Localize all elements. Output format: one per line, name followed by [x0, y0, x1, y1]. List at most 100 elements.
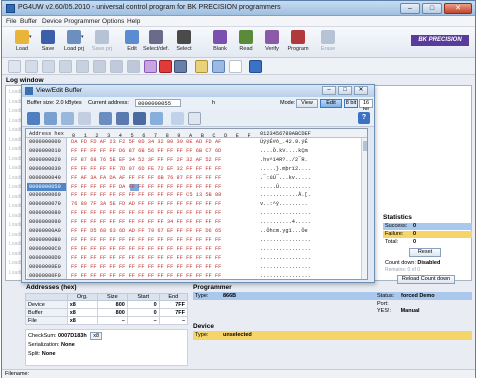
hex-row[interactable]: 00000000A0 FF FF D5 68 63 6D AD FF 79 67 …	[26, 227, 367, 236]
buffer-help-button[interactable]: ?	[358, 112, 370, 124]
hex-row-ascii[interactable]: .¯:úÚ¯...kv.....	[260, 174, 311, 183]
help-icon[interactable]	[249, 60, 262, 73]
hex-row-bytes[interactable]: FF FF FF FF FF FF FF FF FF FF FF FF FF F…	[71, 254, 221, 263]
buffer-maximize-button[interactable]: □	[338, 86, 352, 95]
16bit-button[interactable]: 16 bit	[359, 99, 373, 113]
current-address-input[interactable]: 0000000055	[135, 99, 181, 107]
find-replace-icon[interactable]	[133, 112, 146, 125]
edit-mode-button[interactable]: Edit	[320, 99, 342, 108]
menu-help[interactable]: Help	[127, 18, 140, 25]
goto-address-icon[interactable]	[150, 112, 163, 125]
hex-row-bytes[interactable]: FF FF FF FF FF 7D 07 6D FE 72 EF 32 FF F…	[71, 165, 221, 174]
hex-row-bytes[interactable]: DA FD FD AF 23 F2 5F 0D 34 32 80 39 0E A…	[71, 138, 221, 147]
hex-row[interactable]: 00000000B0 FF FF FF FF FF FF FF FF FF FF …	[26, 235, 367, 245]
menu-device[interactable]: Device	[42, 18, 62, 25]
hex-row-address[interactable]: 0000000050	[27, 182, 67, 192]
edit-icon[interactable]	[171, 112, 184, 125]
page-icon[interactable]	[229, 60, 242, 73]
note-icon[interactable]	[195, 60, 208, 73]
toolbar-program-button[interactable]: Program	[286, 29, 310, 56]
buffer-minimize-button[interactable]: –	[322, 86, 336, 95]
toolbar2-icon-8[interactable]	[127, 60, 140, 73]
hex-row-bytes[interactable]: FF FF FF FF FF D6 87 6B 56 FF FF FF FF 6…	[71, 147, 221, 156]
buffer-dialog-titlebar[interactable]: View/Edit Buffer – □ ✕	[22, 85, 374, 97]
toolbar-load-button[interactable]: Load ▾	[10, 29, 34, 56]
hex-row[interactable]: 00000000D0 FF FF FF FF FF FF FF FF FF FF …	[26, 253, 367, 263]
hex-row[interactable]: 0000000010 FF FF FF FF FF D6 87 6B 56 FF …	[26, 146, 367, 156]
toolbar-select-button[interactable]: Select	[172, 29, 196, 56]
close-button[interactable]: ✕	[444, 3, 472, 14]
hex-row[interactable]: 0000000070 76 89 7F 3A 5E FD AD FF FF FF …	[26, 200, 367, 210]
hex-row-bytes[interactable]: FF FF FF FF FF FF FF FF FF FF FF FF FF F…	[71, 263, 221, 272]
hex-row-ascii[interactable]: ................	[260, 254, 311, 263]
hex-row-bytes[interactable]: FF 87 68 76 5E EF 34 52 3F FF FF 2F 32 A…	[71, 156, 221, 165]
toolbar2-icon-7[interactable]	[110, 60, 123, 73]
toolbar-read-button[interactable]: Read	[234, 29, 258, 56]
minimize-button[interactable]: –	[400, 3, 420, 14]
hex-row-bytes[interactable]: FF FF FF FF FF FF FF FF FF FF 34 FF FF F…	[71, 218, 221, 227]
buffer-close-button[interactable]: ✕	[354, 86, 368, 95]
toolbar2-icon-4[interactable]	[59, 60, 72, 73]
hex-row-address[interactable]: 0000000030	[27, 164, 67, 174]
hex-row-address[interactable]: 0000000020	[27, 155, 67, 165]
hex-row-ascii[interactable]: ............Å.[.	[260, 191, 311, 200]
hex-row-address[interactable]: 0000000010	[27, 146, 67, 156]
hex-row-address[interactable]: 00000000B0	[27, 235, 67, 245]
print-icon[interactable]	[99, 112, 112, 125]
hex-row-ascii[interactable]: v..:^ý­.........	[260, 200, 308, 209]
hex-row-bytes[interactable]: FF FF FF FF FF FF FF FF FF FF FF FF FF F…	[71, 209, 221, 218]
menu-options[interactable]: Options	[102, 18, 124, 25]
toolbar-save-button[interactable]: Save	[36, 29, 60, 56]
hex-row[interactable]: 00000000F0 FF FF FF FF FF FF FF FF FF FF …	[26, 271, 367, 279]
shield-icon[interactable]	[144, 60, 157, 73]
hex-scrollbar[interactable]	[361, 138, 367, 279]
hex-row[interactable]: 0000000080 FF FF FF FF FF FF FF FF FF FF …	[26, 209, 367, 219]
hex-row[interactable]: 0000000020 FF 87 68 76 5E EF 34 52 3F FF …	[26, 155, 367, 165]
hex-row-ascii[interactable]: ÚýýÉ#ò_.42.9.­ýÉ	[260, 138, 308, 147]
hex-row-address[interactable]: 0000000070	[27, 200, 67, 210]
menu-file[interactable]: File	[6, 18, 16, 25]
hex-row-bytes[interactable]: 76 89 7F 3A 5E FD AD FF FF FF FF FF FF F…	[71, 200, 221, 209]
8bit-button[interactable]: 8 bit	[344, 99, 358, 108]
hex-row-address[interactable]: 00000000F0	[27, 271, 67, 279]
menu-programmer[interactable]: Programmer	[64, 18, 100, 25]
hex-row[interactable]: 0000000040 FF AF 3A FA DA AF FF FF FF 6B …	[26, 173, 367, 183]
hex-row[interactable]: 0000000090 FF FF FF FF FF FF FF FF FF FF …	[26, 218, 367, 228]
hex-row-address[interactable]: 00000000C0	[27, 244, 67, 254]
hex-row-ascii[interactable]: ................	[260, 245, 311, 254]
hex-row-address[interactable]: 00000000E0	[27, 262, 67, 272]
toolbar-blank-button[interactable]: Blank	[208, 29, 232, 56]
toolbar-save-prj-button[interactable]: Save prj	[90, 29, 114, 56]
hex-row-bytes[interactable]: FF FF FF FF FF DA FF FF FF FF FF FF FF F…	[71, 183, 221, 192]
toolbar2-icon-3[interactable]	[42, 60, 55, 73]
hex-row[interactable]: 0000000000 DA FD FD AF 23 F2 5F 0D 34 32 …	[26, 138, 367, 147]
hex-row[interactable]: 0000000030 FF FF FF FF FF 7D 07 6D FE 72 …	[26, 164, 367, 174]
hex-row-ascii[interactable]: ..Õhcm­.ygï...Öe	[260, 227, 308, 236]
checksum-icon[interactable]	[188, 112, 201, 125]
reload-countdown-button[interactable]: Reload Count down	[397, 275, 455, 284]
hex-row-bytes[interactable]: FF AF 3A FA DA AF FF FF FF 6B 76 87 FF F…	[71, 174, 221, 183]
swap-bytes-icon[interactable]	[78, 112, 91, 125]
hex-row-ascii[interactable]: .....}.mþrï2....	[260, 165, 311, 174]
hex-row-address[interactable]: 0000000060	[27, 191, 67, 201]
hex-row-ascii[interactable]: ..........4.....	[260, 218, 311, 227]
hex-row-ascii[interactable]: .hv^ï4R?../2¯R.	[260, 156, 308, 165]
hex-row[interactable]: 0000000060 FF FF FF FF FF FF FF FF FF FF …	[26, 191, 367, 201]
scrollbar-thumb[interactable]	[363, 141, 367, 151]
hex-row[interactable]: 0000000050 FF FF FF FF FF DA FF FF FF FF …	[26, 182, 367, 192]
view-mode-button[interactable]: View	[296, 99, 318, 108]
hex-row-bytes[interactable]: FF FF FF FF FF FF FF FF FF FF FF FF C5 1…	[71, 191, 221, 200]
move-block-icon[interactable]	[61, 112, 74, 125]
find-icon[interactable]	[116, 112, 129, 125]
hex-row-bytes[interactable]: FF FF FF FF FF FF FF FF FF FF FF FF FF F…	[71, 245, 221, 254]
toolbar2-icon-1[interactable]	[8, 60, 21, 73]
toolbar2-icon-6[interactable]	[93, 60, 106, 73]
hex-row-bytes[interactable]: FF FF D5 68 63 6D AD FF 79 67 EF FF FF F…	[71, 227, 221, 236]
hex-row-ascii[interactable]: ................	[260, 209, 311, 218]
hex-editor-grid[interactable]: Address hex 0123456789ABCDEF 0123456789A…	[25, 128, 368, 280]
toolbar2-icon-5[interactable]	[76, 60, 89, 73]
hex-row-address[interactable]: 0000000080	[27, 209, 67, 219]
hex-row-address[interactable]: 0000000000	[27, 138, 67, 147]
heart-icon[interactable]	[159, 60, 172, 73]
hex-row-ascii[interactable]: ................	[260, 263, 311, 272]
